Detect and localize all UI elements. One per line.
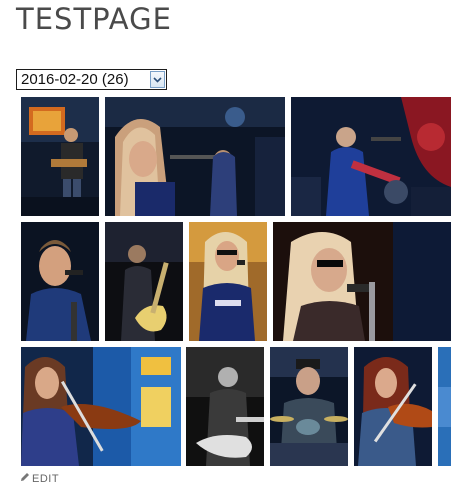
photo-singer-closeup[interactable] — [273, 222, 451, 341]
page-title: TESTPAGE — [16, 2, 172, 36]
photo-guitarist-dark[interactable] — [105, 222, 183, 341]
gallery-date-value: 2016-02-20 (26) — [21, 71, 129, 88]
gallery-date-select[interactable]: 2016-02-20 (26) — [16, 69, 167, 90]
photo-violinist-red-hair[interactable] — [354, 347, 432, 466]
chevron-down-icon[interactable] — [150, 71, 165, 88]
photo-long-hair-singer[interactable] — [105, 97, 285, 216]
photo-guitarist-stage[interactable] — [21, 97, 99, 216]
photo-partial[interactable] — [438, 347, 451, 466]
photo-band-blue-light[interactable] — [291, 97, 451, 216]
photo-singer-mic[interactable] — [21, 222, 99, 341]
photo-bassist-bw[interactable] — [186, 347, 264, 466]
pencil-icon — [20, 472, 30, 485]
photo-singer-sunglasses[interactable] — [189, 222, 267, 341]
photo-drummer[interactable] — [270, 347, 348, 466]
photo-violinist[interactable] — [21, 347, 181, 466]
edit-link[interactable]: EDIT — [20, 472, 59, 485]
edit-label: EDIT — [32, 472, 60, 485]
